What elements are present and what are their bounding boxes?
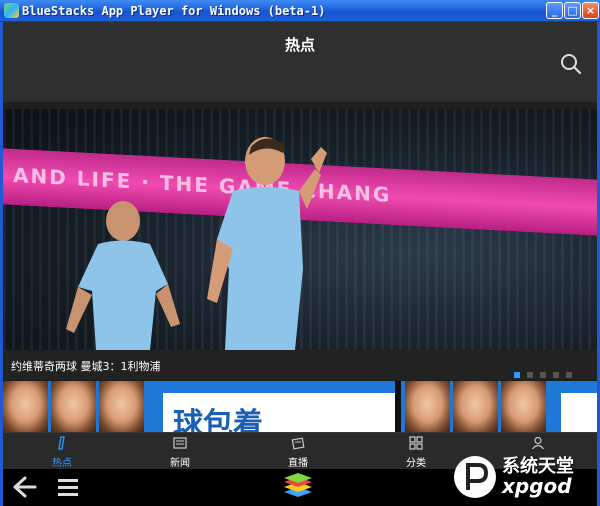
hero-caption: 约维蒂奇两球 曼城3：1利物浦 <box>11 360 161 373</box>
player-image-right <box>207 137 327 350</box>
carousel-dot[interactable] <box>540 372 546 378</box>
card-title: 球包着 <box>173 407 263 432</box>
player-image-left <box>66 201 180 350</box>
window-title-bar[interactable]: BlueStacks App Player for Windows (beta-… <box>0 0 600 22</box>
tab-news[interactable]: 新闻 <box>121 433 239 470</box>
watermark-logo <box>454 456 496 498</box>
tab-live[interactable]: 直播 <box>239 433 357 470</box>
tab-hot[interactable]: 热点 <box>3 433 121 470</box>
news-card[interactable]: 球包着 <box>3 381 395 432</box>
news-card[interactable] <box>401 381 597 432</box>
category-icon <box>409 436 423 450</box>
carousel-dot[interactable] <box>514 372 520 378</box>
tab-label: 直播 <box>288 458 308 469</box>
carousel-dot[interactable] <box>566 372 572 378</box>
minimize-button[interactable]: _ <box>546 2 563 19</box>
watermark-p-icon <box>466 463 489 490</box>
back-arrow-icon[interactable] <box>11 475 37 499</box>
card-banner: 球包着 <box>163 393 395 432</box>
bluestacks-logo-icon[interactable] <box>281 472 315 502</box>
search-icon[interactable] <box>559 52 583 76</box>
tab-label: 热点 <box>52 458 72 469</box>
watermark-bottom-text: xpgod <box>502 474 572 498</box>
hero-banner[interactable]: AND LIFE · THE GAME CHANG <box>3 109 597 350</box>
news-icon <box>173 437 187 449</box>
menu-icon[interactable] <box>57 477 79 497</box>
hot-icon <box>58 436 65 450</box>
app-header: 热点 <box>3 22 597 102</box>
window-title: BlueStacks App Player for Windows (beta-… <box>22 4 326 18</box>
card-thumbnail <box>453 381 498 432</box>
carousel-indicator <box>514 363 579 382</box>
carousel-dot[interactable] <box>527 372 533 378</box>
hero-caption-bar[interactable]: 约维蒂奇两球 曼城3：1利物浦 <box>3 350 597 380</box>
card-thumbnail <box>501 381 546 432</box>
card-thumbnail <box>51 381 96 432</box>
maximize-button[interactable]: □ <box>564 2 581 19</box>
watermark: 系统天堂 xpgod <box>450 448 598 506</box>
card-thumbnail <box>99 381 144 432</box>
carousel-dot[interactable] <box>553 372 559 378</box>
card-thumbnail <box>405 381 450 432</box>
tab-label: 新闻 <box>170 458 190 469</box>
header-divider <box>3 102 597 109</box>
close-button[interactable]: × <box>582 2 599 19</box>
bluestacks-app-icon <box>4 3 19 18</box>
page-title: 热点 <box>284 36 315 54</box>
card-banner <box>561 393 597 432</box>
live-icon <box>291 437 305 450</box>
card-thumbnail <box>3 381 48 432</box>
content-cards: 球包着 <box>3 381 597 432</box>
